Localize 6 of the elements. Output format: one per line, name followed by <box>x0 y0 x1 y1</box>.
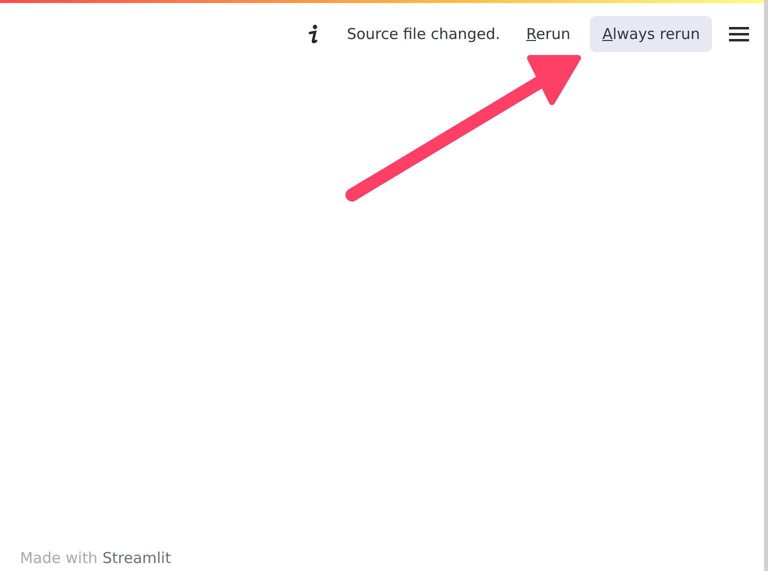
footer-text: Made with <box>20 549 98 567</box>
menu-icon[interactable] <box>728 25 750 43</box>
rerun-button[interactable]: Rerun <box>514 16 582 52</box>
always-rerun-button[interactable]: Always rerun <box>590 16 712 52</box>
footer-link[interactable]: Streamlit <box>102 549 171 567</box>
status-message: Source file changed. <box>346 25 500 43</box>
